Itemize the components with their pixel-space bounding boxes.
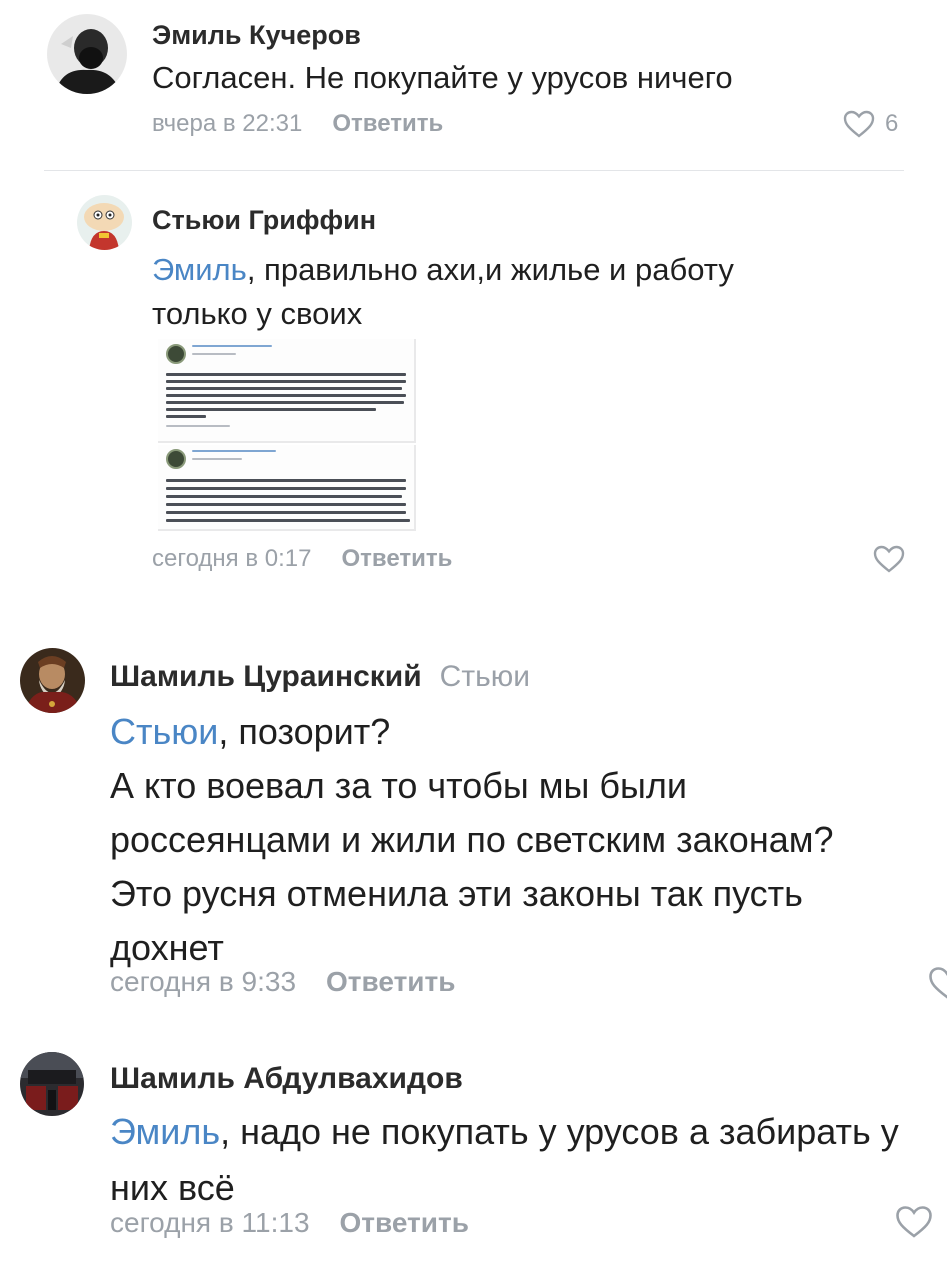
avatar[interactable] <box>20 1052 84 1116</box>
reply-button[interactable]: Ответить <box>341 545 452 572</box>
comment-time: сегодня в 9:33 <box>110 966 297 997</box>
reply-to-user[interactable]: Стьюи <box>440 660 530 693</box>
comment-text-line: Это русня отменила эти законы так пусть <box>110 873 803 914</box>
comment-text-line: , надо не покупать у урусов а забирать у <box>220 1111 899 1152</box>
like-button[interactable]: 6 <box>843 110 898 138</box>
comment-text-line: Согласен. Не покупайте у урусов ничего <box>152 60 733 95</box>
dark-bearded-man-avatar-icon <box>47 14 127 94</box>
avatar[interactable] <box>77 195 132 250</box>
comment-text-line: россеянцами и жили по светским законам? <box>110 819 834 860</box>
attachment-post-card <box>158 445 416 531</box>
comment-time: вчера в 22:31 <box>152 110 303 137</box>
stewie-cartoon-avatar-icon <box>77 195 132 250</box>
reply-button[interactable]: Ответить <box>332 110 443 137</box>
avatar[interactable] <box>20 648 85 713</box>
comment-author[interactable]: Эмиль Кучеров <box>152 20 361 51</box>
comment-text: Стьюи, позорит? А кто воевал за то чтобы… <box>110 705 834 975</box>
like-count: 6 <box>885 110 899 137</box>
car-interior-avatar-icon <box>20 1052 84 1116</box>
comment-text-line: только у своих <box>152 296 363 331</box>
comment-text: Согласен. Не покупайте у урусов ничего <box>152 60 733 96</box>
heart-icon <box>843 110 875 138</box>
heart-icon <box>873 545 905 573</box>
comment-text: Эмиль, правильно ахи,и жилье и работу то… <box>152 248 734 336</box>
attachment-image[interactable] <box>152 337 420 531</box>
heart-icon <box>928 966 947 1000</box>
reply-button[interactable]: Ответить <box>340 1207 469 1238</box>
comment-meta: сегодня в 11:13 Ответить <box>110 1207 469 1239</box>
mention-link[interactable]: Эмиль <box>152 252 247 287</box>
mention-link[interactable]: Стьюи <box>110 711 218 752</box>
comment-text-line: , позорит? <box>218 711 391 752</box>
comment-time: сегодня в 11:13 <box>110 1207 310 1238</box>
comment-author[interactable]: Шамиль Цураинский Стьюи <box>110 660 530 694</box>
bearded-elder-portrait-avatar-icon <box>20 648 85 713</box>
like-button[interactable] <box>873 545 905 573</box>
comment-author[interactable]: Шамиль Абдулвахидов <box>110 1062 463 1096</box>
like-button[interactable] <box>895 1205 933 1239</box>
comment-text: Эмиль, надо не покупать у урусов а забир… <box>110 1104 947 1216</box>
attachment-post-card <box>158 339 416 443</box>
avatar[interactable] <box>47 14 127 94</box>
like-button[interactable] <box>928 966 947 1000</box>
heart-icon <box>895 1205 933 1239</box>
divider <box>44 170 904 171</box>
reply-button[interactable]: Ответить <box>326 966 455 997</box>
comment-author[interactable]: Стьюи Гриффин <box>152 205 376 236</box>
comment-meta: вчера в 22:31 Ответить <box>152 110 443 138</box>
comment-meta: сегодня в 0:17 Ответить <box>152 545 452 573</box>
comment-text-line: А кто воевал за то чтобы мы были <box>110 765 688 806</box>
comment-author-name: Шамиль Цураинский <box>110 660 422 693</box>
comment-time: сегодня в 0:17 <box>152 545 312 572</box>
mention-link[interactable]: Эмиль <box>110 1111 220 1152</box>
comment-text-line: , правильно ахи,и жилье и работу <box>246 252 734 287</box>
comment-meta: сегодня в 9:33 Ответить <box>110 966 455 998</box>
